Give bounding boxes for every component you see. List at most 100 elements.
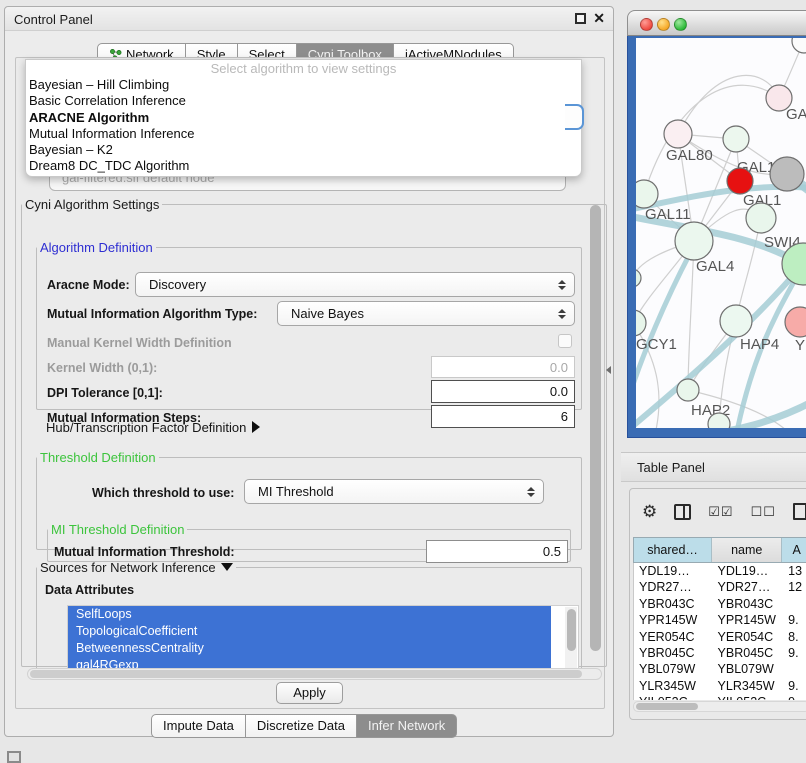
settings-vertical-scrollbar[interactable]	[589, 203, 602, 663]
kernel-width-field[interactable]: 0.0	[431, 356, 575, 378]
close-icon[interactable]: ✕	[593, 10, 605, 27]
table-row[interactable]: YLR345WYLR345W9.	[634, 678, 806, 694]
algorithm-combo-fragment[interactable]	[565, 104, 584, 130]
node-salmon-label: Y	[795, 337, 805, 354]
network-view-window: GALGAL80GAL10GAL1GAL11SWI4GAL4GCY1HAP4YH…	[627, 10, 806, 438]
table-row[interactable]: YPR145WYPR145W9.	[634, 612, 806, 628]
table-cell: YBR045C	[634, 645, 713, 661]
table-row[interactable]: YBL079WYBL079W	[634, 661, 806, 677]
page-icon[interactable]	[793, 503, 806, 520]
table-row[interactable]: YDL19…YDL19…13	[634, 563, 806, 579]
column-header-name[interactable]: name	[712, 538, 782, 562]
splitter-collapse-icon[interactable]	[606, 366, 611, 374]
algorithm-option[interactable]: Basic Correlation Inference	[26, 93, 581, 109]
table-cell	[783, 596, 806, 612]
stepper-arrows-icon	[558, 280, 566, 290]
tab-impute-data[interactable]: Impute Data	[151, 714, 246, 738]
node-gcy1[interactable]	[636, 310, 646, 336]
which-threshold-combo[interactable]: MI Threshold	[244, 479, 544, 504]
node-gal1[interactable]	[727, 168, 753, 194]
table-cell: 12	[783, 579, 806, 595]
stepper-arrows-icon	[527, 487, 535, 497]
algorithm-definition-group: Algorithm Definition Aracne Mode: Discov…	[36, 240, 582, 410]
table-cell: YBR045C	[713, 645, 784, 661]
data-attributes-label: Data Attributes	[45, 583, 134, 597]
aracne-mode-combo[interactable]: Discovery	[135, 272, 575, 297]
algorithm-option[interactable]: ARACNE Algorithm	[26, 110, 581, 126]
table-horizontal-scrollbar[interactable]	[633, 701, 806, 712]
bottom-tab-bar: Impute Data Discretize Data Infer Networ…	[151, 714, 457, 738]
tab-discretize-data[interactable]: Discretize Data	[246, 714, 357, 738]
node-gal11-label: GAL11	[645, 206, 691, 223]
algorithm-option[interactable]: Bayesian – Hill Climbing	[26, 77, 581, 93]
node-swi4[interactable]	[746, 203, 776, 233]
node-salmon[interactable]	[785, 307, 806, 337]
table-cell: YLR345W	[634, 678, 713, 694]
algorithm-dropdown-placeholder: Select algorithm to view settings	[26, 60, 581, 77]
node-table: shared… name A YDL19…YDL19…13YDR27…YDR27…	[633, 537, 806, 700]
cyni-algorithm-settings-group: Cyni Algorithm Settings Algorithm Defini…	[21, 197, 607, 667]
network-view-frame: GALGAL80GAL10GAL1GAL11SWI4GAL4GCY1HAP4YH…	[627, 36, 806, 438]
table-cell: YDR27…	[713, 579, 784, 595]
apply-button[interactable]: Apply	[276, 682, 343, 704]
node-gal4[interactable]	[675, 222, 713, 260]
node-gal10[interactable]	[723, 126, 749, 152]
node-top-partial[interactable]	[792, 38, 806, 53]
hub-definition-toggle[interactable]: Hub/Transcription Factor Definition	[46, 420, 260, 435]
node-hap4-label: HAP4	[740, 336, 779, 353]
node-left-small[interactable]	[636, 269, 641, 287]
zoom-window-button[interactable]	[674, 18, 687, 31]
minimize-window-button[interactable]	[657, 18, 670, 31]
table-panel-title: Table Panel	[637, 460, 705, 475]
node-gal80[interactable]	[664, 120, 692, 148]
node-gray[interactable]	[770, 157, 804, 191]
table-cell: YPR145W	[713, 612, 784, 628]
sources-group: Sources for Network Inference Data Attri…	[36, 560, 582, 674]
node-hap4[interactable]	[720, 305, 752, 337]
threshold-definition-title: Threshold Definition	[37, 450, 159, 465]
tab-infer-network[interactable]: Infer Network	[357, 714, 457, 738]
mi-steps-field[interactable]: 6	[431, 405, 575, 428]
data-attribute-item[interactable]: TopologicalCoefficient	[68, 623, 551, 640]
data-attribute-item[interactable]: SelfLoops	[68, 606, 551, 623]
columns-icon[interactable]	[674, 504, 691, 520]
gear-icon[interactable]: ⚙	[642, 504, 657, 520]
network-window-titlebar[interactable]	[627, 10, 806, 36]
float-window-icon[interactable]	[575, 13, 586, 24]
table-row[interactable]: YDR27…YDR27…12	[634, 579, 806, 595]
table-row[interactable]: YER054CYER054C8.	[634, 629, 806, 645]
which-threshold-label: Which threshold to use:	[92, 486, 234, 500]
table-cell: 8.	[783, 629, 806, 645]
algorithm-option[interactable]: Dream8 DC_TDC Algorithm	[26, 158, 581, 174]
checked-boxes-icon[interactable]: ☑☑	[708, 504, 733, 520]
dpi-tolerance-field[interactable]: 0.0	[431, 380, 575, 403]
table-row[interactable]: YBR045CYBR045C9.	[634, 645, 806, 661]
network-canvas[interactable]: GALGAL80GAL10GAL1GAL11SWI4GAL4GCY1HAP4YH…	[636, 38, 806, 428]
table-cell: YLR345W	[713, 678, 784, 694]
table-cell: YDR27…	[634, 579, 713, 595]
table-row[interactable]: YBR043CYBR043C	[634, 596, 806, 612]
mi-threshold-title: MI Threshold Definition	[48, 522, 187, 537]
table-cell: 9.	[783, 678, 806, 694]
table-row[interactable]: YIL052CYIL052C9	[634, 694, 806, 700]
manual-kernel-checkbox[interactable]	[558, 334, 572, 348]
node-gal11[interactable]	[636, 180, 658, 208]
node-hap2[interactable]	[677, 379, 699, 401]
data-attribute-item[interactable]: BetweennessCentrality	[68, 640, 551, 657]
table-header-row: shared… name A	[633, 537, 806, 563]
table-body[interactable]: YDL19…YDL19…13YDR27…YDR27…12YBR043CYBR04…	[633, 563, 806, 700]
close-window-button[interactable]	[640, 18, 653, 31]
settings-horizontal-scrollbar[interactable]	[27, 668, 602, 680]
algorithm-option[interactable]: Bayesian – K2	[26, 142, 581, 158]
unchecked-boxes-icon[interactable]: ☐☐	[751, 504, 776, 520]
mini-window-icon[interactable]	[7, 751, 21, 763]
sources-title[interactable]: Sources for Network Inference	[37, 560, 236, 575]
mi-type-label: Mutual Information Algorithm Type:	[47, 307, 257, 321]
column-header-cut[interactable]: A	[782, 538, 806, 562]
column-header-shared-name[interactable]: shared…	[634, 538, 712, 562]
node-gal4-label: GAL4	[696, 258, 734, 275]
algorithm-option[interactable]: Mutual Information Inference	[26, 126, 581, 142]
algorithm-definition-title: Algorithm Definition	[37, 240, 156, 255]
cyni-algorithm-settings-title: Cyni Algorithm Settings	[22, 197, 162, 212]
mi-type-combo[interactable]: Naive Bayes	[277, 301, 575, 326]
